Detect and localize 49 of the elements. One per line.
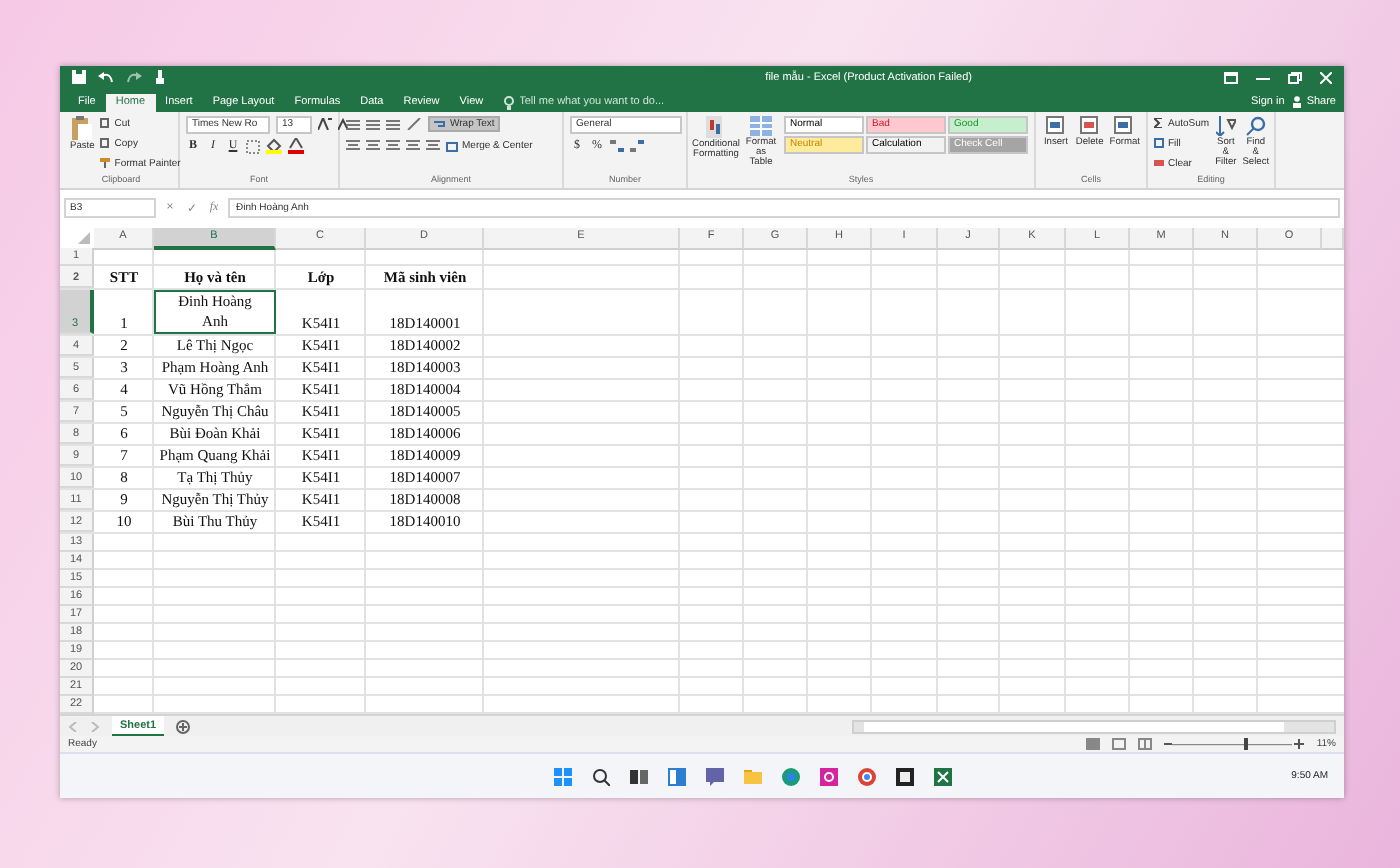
zoom-slider-icon[interactable] — [1164, 738, 1305, 751]
horizontal-scrollbar[interactable] — [852, 719, 1336, 734]
search-icon[interactable] — [592, 767, 611, 786]
page-break-icon[interactable] — [1138, 738, 1153, 751]
redo-icon[interactable] — [126, 70, 142, 85]
eraser-icon — [1154, 158, 1164, 169]
spreadsheet-app-icon[interactable] — [934, 767, 953, 786]
restore-icon[interactable] — [1288, 71, 1302, 84]
add-sheet-icon[interactable] — [176, 719, 191, 734]
increase-indent-icon[interactable] — [426, 140, 440, 153]
align-top-icon[interactable] — [346, 118, 360, 131]
fill-color-icon[interactable] — [266, 138, 282, 155]
close-icon[interactable] — [1320, 71, 1332, 84]
undo-icon[interactable] — [98, 70, 114, 85]
normal-view-icon[interactable] — [1086, 738, 1101, 751]
align-bottom-icon[interactable] — [386, 118, 400, 131]
merge-icon — [446, 141, 458, 152]
align-right-icon[interactable] — [386, 140, 400, 153]
task-view-icon[interactable] — [630, 767, 649, 786]
increase-decimal-icon[interactable] — [610, 140, 624, 153]
align-middle-icon[interactable] — [366, 118, 380, 131]
brush-icon — [100, 158, 111, 169]
borders-icon[interactable] — [246, 139, 260, 154]
copy-icon — [100, 138, 111, 149]
align-left-icon[interactable] — [346, 140, 360, 153]
grow-font-icon[interactable] — [318, 118, 332, 131]
chat-icon[interactable] — [706, 767, 725, 786]
font-color-icon[interactable] — [288, 138, 304, 155]
app-icon[interactable] — [896, 767, 915, 786]
camera-app-icon[interactable] — [820, 767, 839, 786]
align-center-icon[interactable] — [366, 140, 380, 153]
chrome-browser-icon[interactable] — [858, 767, 877, 786]
person-icon — [1292, 96, 1303, 109]
save-icon[interactable] — [72, 70, 86, 85]
orientation-icon[interactable] — [406, 118, 422, 131]
sort-icon — [1215, 115, 1236, 136]
browser-icon[interactable] — [782, 767, 801, 786]
page-layout-icon[interactable] — [1112, 738, 1127, 751]
search-icon — [1245, 115, 1266, 136]
touch-icon[interactable] — [154, 70, 166, 85]
decrease-decimal-icon[interactable] — [630, 140, 644, 153]
ribbon-display-icon[interactable] — [1224, 71, 1238, 84]
fill-down-icon — [1154, 138, 1164, 149]
wrap-icon — [434, 119, 446, 130]
lightbulb-icon — [503, 95, 514, 110]
sigma-icon — [1154, 118, 1164, 129]
windows-logo-icon[interactable] — [554, 767, 573, 786]
widgets-icon[interactable] — [668, 767, 687, 786]
decrease-indent-icon[interactable] — [406, 140, 420, 153]
